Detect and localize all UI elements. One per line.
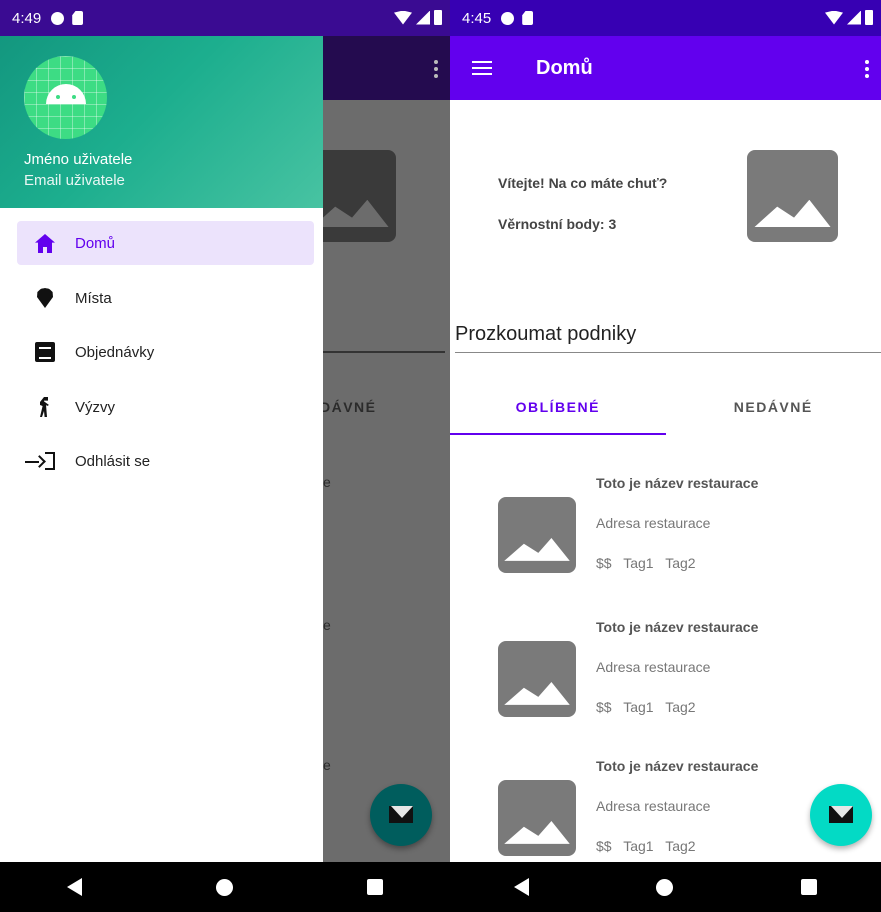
signal-icon xyxy=(416,10,430,25)
restaurant-image xyxy=(498,641,576,717)
image-icon xyxy=(504,821,570,844)
sd-card-icon xyxy=(522,11,534,25)
status-time: 4:49 xyxy=(12,9,42,27)
restaurant-name: Toto je název restaurace xyxy=(596,619,759,635)
system-nav-bar xyxy=(450,862,881,912)
restaurant-address: Adresa restaurace xyxy=(596,798,711,814)
dimmed-tab-label: DÁVNÉ xyxy=(320,399,377,415)
drawer-item-label: Odhlásit se xyxy=(75,452,151,470)
notification-icon xyxy=(501,11,515,25)
signal-icon xyxy=(847,10,861,25)
tab-favorites[interactable]: OBLÍBENÉ xyxy=(450,393,666,435)
system-nav-bar xyxy=(0,862,450,912)
place-icon xyxy=(37,288,53,308)
user-name: Jméno uživatele xyxy=(24,151,133,168)
restaurant-image xyxy=(498,780,576,856)
restaurant-name: Toto je název restaurace xyxy=(596,475,759,491)
status-time: 4:45 xyxy=(462,9,492,27)
drawer-item-label: Místa xyxy=(75,289,112,307)
restaurant-tags: $$ Tag1 Tag2 xyxy=(596,555,696,571)
drawer-item-logout[interactable]: Odhlásit se xyxy=(17,439,314,483)
home-nav-icon[interactable] xyxy=(216,878,233,896)
drawer-item-home[interactable]: Domů xyxy=(17,221,314,265)
image-icon xyxy=(754,199,831,228)
restaurant-image xyxy=(498,497,576,573)
overflow-menu-icon[interactable] xyxy=(865,60,869,81)
tab-recent[interactable]: NEDÁVNÉ xyxy=(666,393,881,435)
home-nav-icon[interactable] xyxy=(656,878,674,896)
header-image-placeholder xyxy=(747,150,838,242)
tab-bar: OBLÍBENÉ NEDÁVNÉ xyxy=(450,393,881,435)
restaurant-tags: $$ Tag1 Tag2 xyxy=(596,699,696,715)
drawer-header: Jméno uživatele Email uživatele xyxy=(0,36,323,208)
welcome-text: Vítejte! Na co máte chuť? xyxy=(498,175,668,191)
mail-icon xyxy=(389,806,413,823)
status-bar: 4:49 xyxy=(0,0,450,36)
left-screen: 4:49 DÁVNÉ e e e Jméno uživatele Email u… xyxy=(0,0,450,912)
dimmed-text-fragment: e xyxy=(323,757,333,773)
recents-icon[interactable] xyxy=(367,879,383,895)
menu-icon[interactable] xyxy=(472,61,492,75)
drawer-item-places[interactable]: Místa xyxy=(17,276,314,320)
restaurant-item[interactable]: Toto je název restaurace Adresa restaura… xyxy=(498,475,881,595)
home-icon xyxy=(35,234,55,253)
orders-icon xyxy=(35,342,55,362)
battery-icon xyxy=(865,10,873,25)
restaurant-tags: $$ Tag1 Tag2 xyxy=(596,838,696,854)
wifi-icon xyxy=(394,10,412,25)
page-title: Domů xyxy=(536,56,593,79)
dimmed-text-fragment: e xyxy=(323,474,333,490)
battery-icon xyxy=(434,10,442,25)
logout-icon xyxy=(25,452,55,470)
avatar xyxy=(24,56,107,139)
image-icon xyxy=(504,682,570,705)
user-email: Email uživatele xyxy=(24,172,125,189)
mail-fab[interactable] xyxy=(810,784,872,846)
back-icon[interactable] xyxy=(67,878,82,896)
restaurant-address: Adresa restaurace xyxy=(596,659,711,675)
status-bar: 4:45 xyxy=(450,0,881,36)
recents-icon[interactable] xyxy=(801,879,818,895)
wifi-icon xyxy=(825,10,843,25)
app-bar: Domů xyxy=(450,36,881,100)
dimmed-mail-fab xyxy=(370,784,432,846)
drawer-item-label: Výzvy xyxy=(75,398,116,416)
sd-card-icon xyxy=(72,11,84,25)
dimmed-text-fragment: e xyxy=(323,617,333,633)
restaurant-name: Toto je název restaurace xyxy=(596,758,759,774)
restaurant-item[interactable]: Toto je název restaurace Adresa restaura… xyxy=(498,619,881,739)
drawer-item-label: Objednávky xyxy=(75,343,155,361)
challenges-icon xyxy=(40,397,49,417)
navigation-drawer: Jméno uživatele Email uživatele Domů Mís… xyxy=(0,0,323,862)
back-icon[interactable] xyxy=(513,878,529,896)
mail-icon xyxy=(829,806,853,823)
right-screen: 4:45 Domů Vítejte! Na co máte chuť? Věrn… xyxy=(450,0,881,912)
restaurant-address: Adresa restaurace xyxy=(596,515,711,531)
image-icon xyxy=(504,538,570,561)
loyalty-points: Věrnostní body: 3 xyxy=(498,216,617,232)
explore-section-title: Prozkoumat podniky xyxy=(455,323,881,353)
notification-icon xyxy=(51,11,65,25)
overflow-menu-icon xyxy=(434,60,438,81)
drawer-item-challenges[interactable]: Výzvy xyxy=(17,385,314,429)
drawer-item-label: Domů xyxy=(75,234,116,252)
drawer-item-orders[interactable]: Objednávky xyxy=(17,330,314,374)
